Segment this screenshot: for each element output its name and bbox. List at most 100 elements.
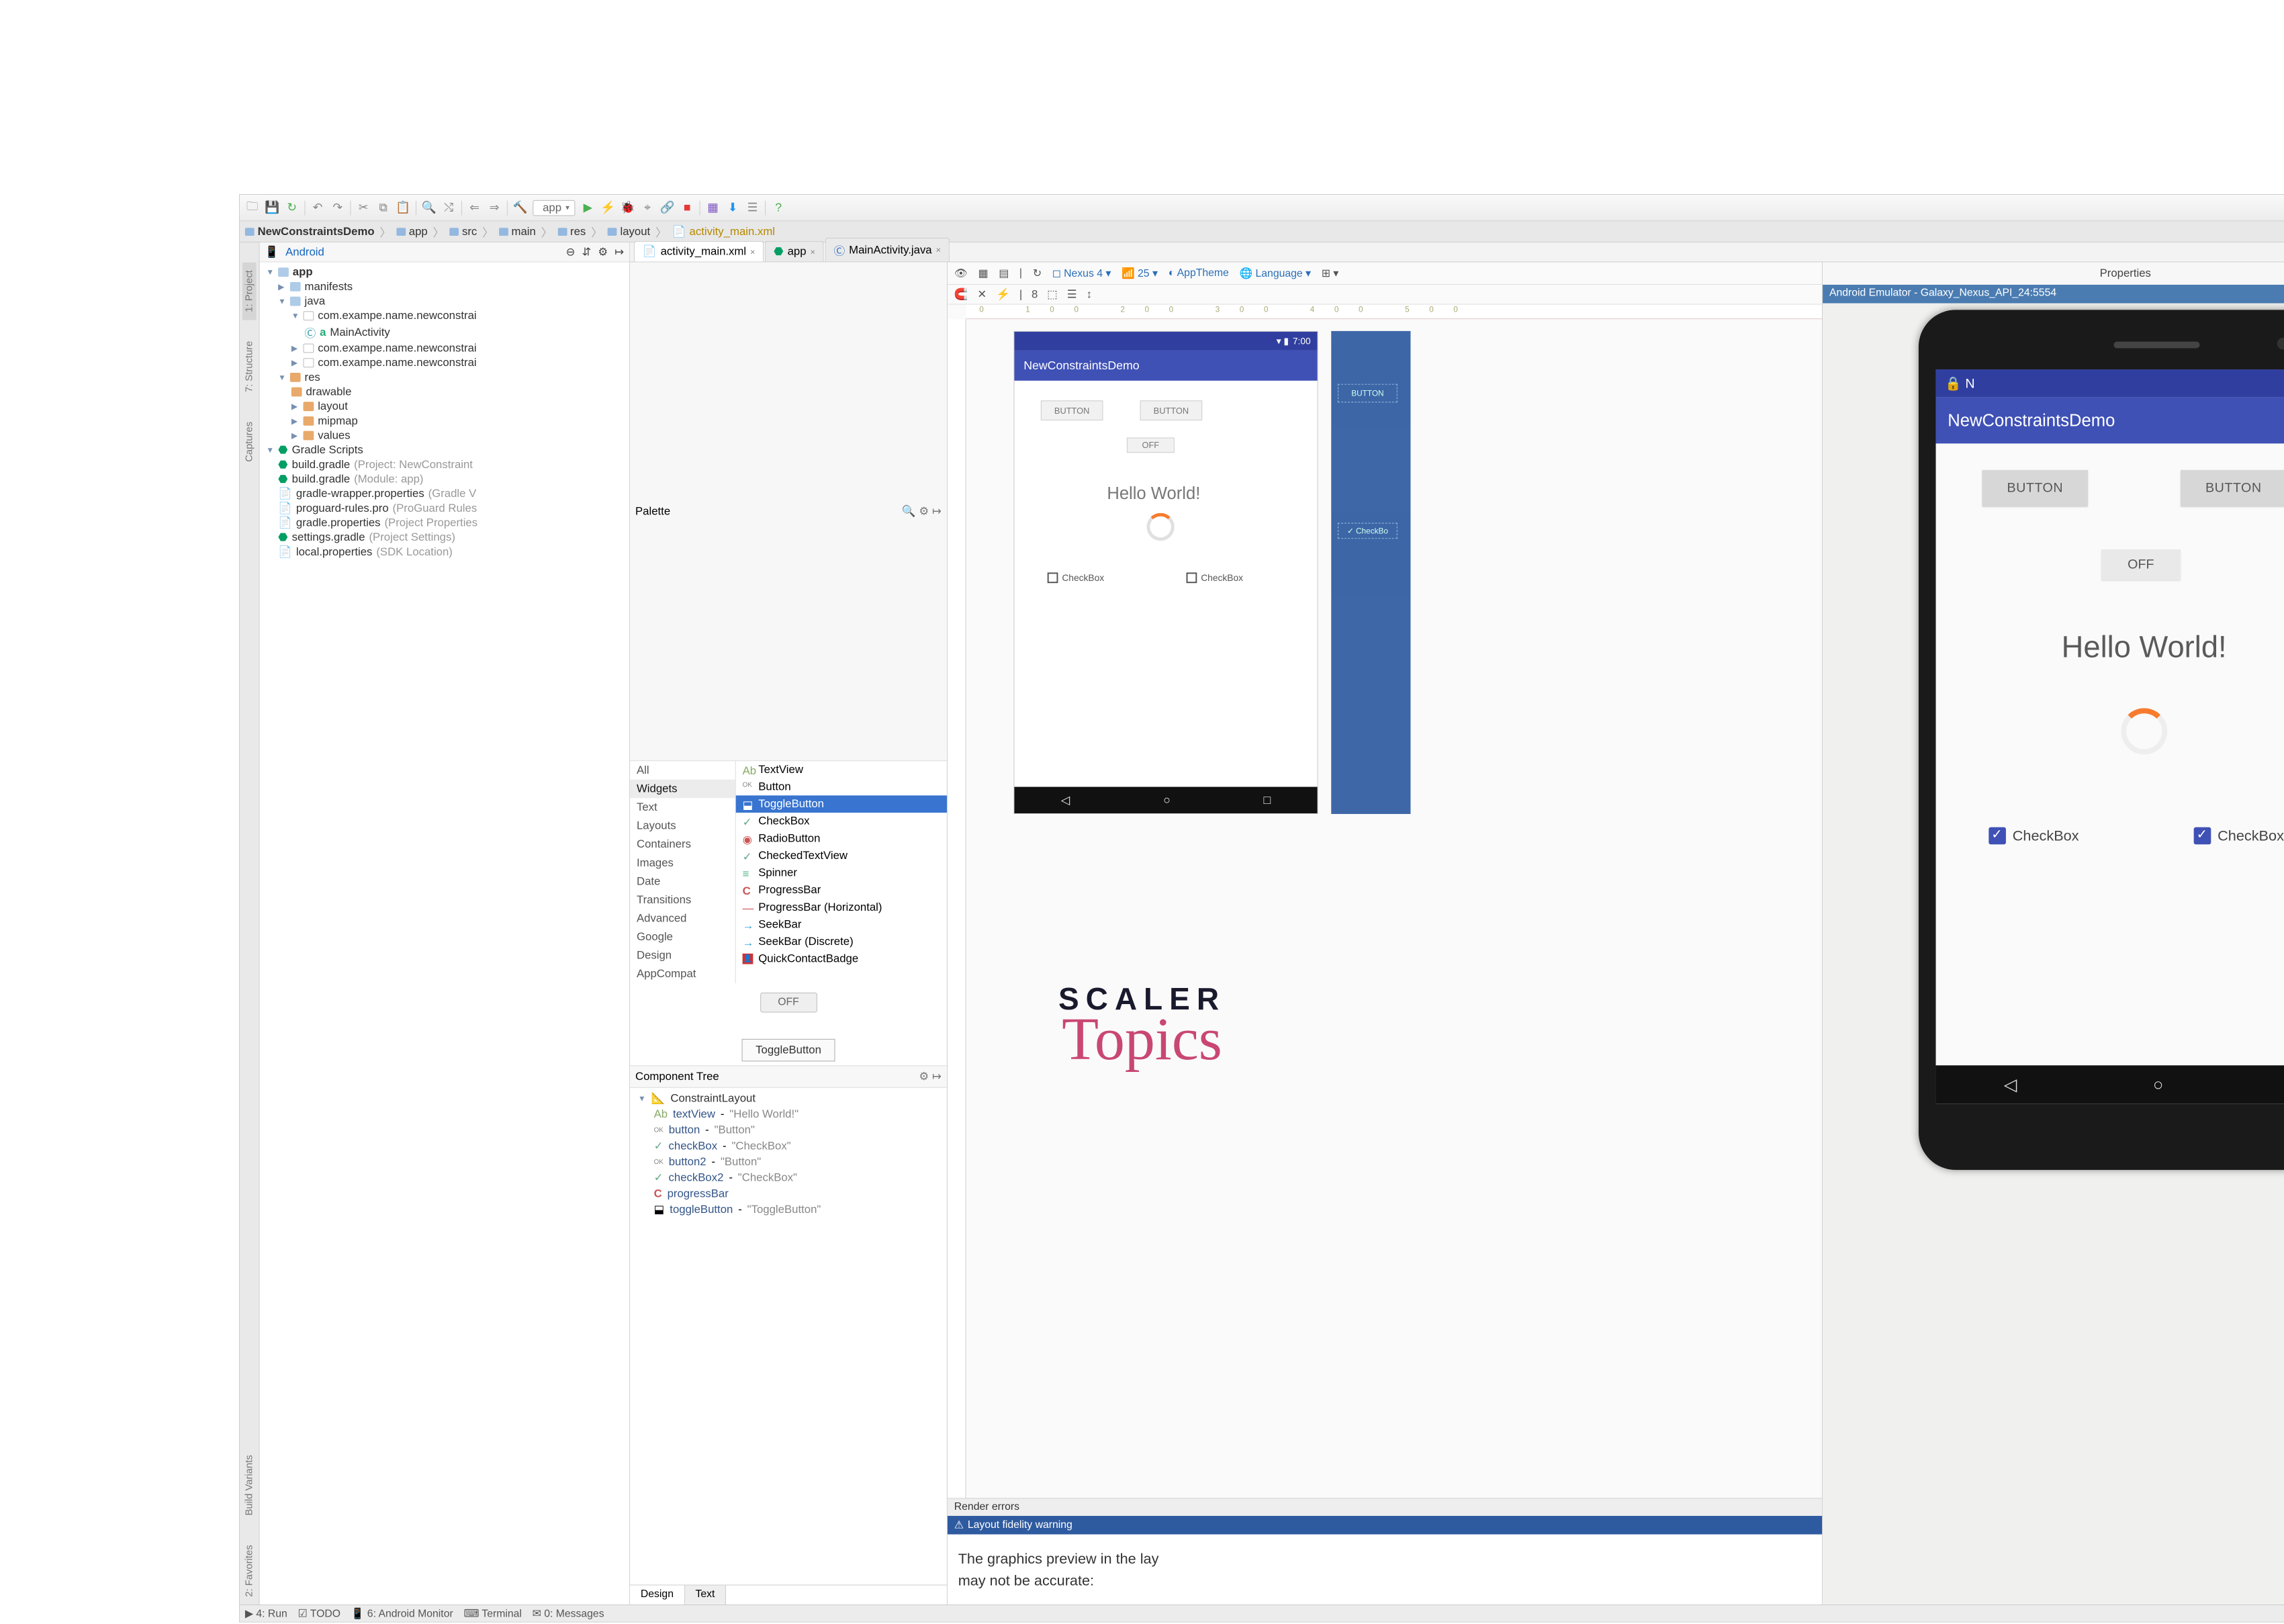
tree-gwp[interactable]: 📄gradle-wrapper.properties (Gradle V xyxy=(260,486,630,501)
find-icon[interactable]: 🔍 xyxy=(422,200,437,215)
palette-item[interactable]: ◉RadioButton xyxy=(736,830,947,848)
tree-manifests[interactable]: ▶manifests xyxy=(260,279,630,294)
render-errors-head[interactable]: Render errors xyxy=(948,1498,1822,1516)
palette-item[interactable]: CProgressBar xyxy=(736,881,947,899)
structure-icon[interactable]: ☰ xyxy=(745,200,760,215)
tab-messages[interactable]: ✉ 0: Messages xyxy=(533,1607,604,1620)
undo-icon[interactable]: ↶ xyxy=(310,200,325,215)
palette-group[interactable]: Design xyxy=(630,946,735,965)
tree-gp[interactable]: 📄gradle.properties (Project Properties xyxy=(260,516,630,531)
tree-java[interactable]: ▼java xyxy=(260,294,630,309)
emulator-device[interactable]: 🔒 N 📶 🔋 4:17 NewConstraintsDemo BUTTON B… xyxy=(1919,310,2284,1170)
tree-pg[interactable]: 📄proguard-rules.pro (ProGuard Rules xyxy=(260,501,630,516)
project-mode[interactable]: Android xyxy=(285,245,324,259)
tab-todo[interactable]: ☑ TODO xyxy=(298,1607,340,1620)
crumb-res[interactable]: res xyxy=(557,225,586,238)
redo-icon[interactable]: ↷ xyxy=(330,200,345,215)
blueprint-icon[interactable]: ▦ xyxy=(978,267,989,280)
attach-icon[interactable]: 🔗 xyxy=(660,200,675,215)
tab-mainactivity-java[interactable]: ⒸMainActivity.java× xyxy=(825,238,950,261)
replace-icon[interactable]: ⤭ xyxy=(441,200,456,215)
palette-group[interactable]: Layouts xyxy=(630,817,735,836)
preview-button1[interactable]: BUTTON xyxy=(1041,400,1103,420)
ctree-item[interactable]: Ab textView - "Hello World!" xyxy=(630,1106,947,1122)
tree-pkg3[interactable]: ▶com.exampe.name.newconstrai xyxy=(260,355,630,370)
palette-item[interactable]: 👤QuickContactBadge xyxy=(736,950,947,968)
avd-icon[interactable]: ▦ xyxy=(706,200,721,215)
preview-button2[interactable]: BUTTON xyxy=(1140,400,1203,420)
tab-run[interactable]: ▶ 4: Run xyxy=(245,1607,287,1620)
tree-bg1[interactable]: ⬣build.gradle (Project: NewConstraint xyxy=(260,457,630,472)
close-icon[interactable]: × xyxy=(810,246,815,257)
crumb-file[interactable]: 📄 activity_main.xml xyxy=(672,225,775,238)
ctree-item[interactable]: C progressBar xyxy=(630,1186,947,1202)
crumb-project[interactable]: NewConstraintsDemo xyxy=(245,225,375,238)
margin-icon[interactable]: 8 xyxy=(1032,287,1038,301)
emu-checkbox2[interactable]: CheckBox xyxy=(2194,827,2284,845)
back-icon[interactable]: ⇐ xyxy=(467,200,482,215)
tab-favorites[interactable]: 2: Favorites xyxy=(242,1537,257,1605)
palette-item[interactable]: ✓CheckedTextView xyxy=(736,847,947,864)
both-icon[interactable]: ▤ xyxy=(999,267,1009,280)
help-icon[interactable]: ? xyxy=(771,200,786,215)
preview-toggle[interactable]: OFF xyxy=(1127,437,1175,453)
palette-item[interactable]: ✓CheckBox xyxy=(736,813,947,830)
palette-item[interactable]: —ProgressBar (Horizontal) xyxy=(736,899,947,916)
tab-activity-main[interactable]: 📄activity_main.xml× xyxy=(634,241,764,262)
tree-lp[interactable]: 📄local.properties (SDK Location) xyxy=(260,545,630,559)
ctree-item[interactable]: OK button - "Button" xyxy=(630,1122,947,1138)
build-icon[interactable]: 🔨 xyxy=(513,200,528,215)
palette-item[interactable]: →SeekBar (Discrete) xyxy=(736,933,947,950)
run-icon[interactable]: ▶ xyxy=(581,200,596,215)
orientation-icon[interactable]: ↻ xyxy=(1033,267,1042,280)
api-combo[interactable]: 📶 25 ▾ xyxy=(1122,267,1158,280)
tab-captures[interactable]: Captures xyxy=(242,414,257,470)
emu-button2[interactable]: BUTTON xyxy=(2181,470,2284,506)
palette-item[interactable]: →SeekBar xyxy=(736,916,947,934)
forward-icon[interactable]: ⇒ xyxy=(487,200,502,215)
nav-back-icon[interactable]: ◁ xyxy=(2004,1075,2017,1095)
tree-pkg1[interactable]: ▼com.exampe.name.newconstrai xyxy=(260,308,630,323)
profile-icon[interactable]: ⌖ xyxy=(640,200,655,215)
palette-group[interactable]: Containers xyxy=(630,835,735,854)
preview-hello[interactable]: Hello World! xyxy=(1107,483,1200,504)
close-icon[interactable]: × xyxy=(936,245,941,255)
emulator-navbar[interactable]: ◁○□ xyxy=(1936,1065,2284,1103)
layout-preview[interactable]: ▾ ▮ 7:00 NewConstraintsDemo BUTTON BUTTO… xyxy=(1013,331,1318,814)
tab-project[interactable]: 1: Project xyxy=(242,262,257,320)
apply-changes-icon[interactable]: ⚡ xyxy=(600,200,615,215)
palette-group[interactable]: Google xyxy=(630,928,735,946)
preview-checkbox2[interactable]: CheckBox xyxy=(1187,572,1244,583)
eye-icon[interactable]: 👁 xyxy=(954,267,968,280)
palette-item[interactable]: ≡Spinner xyxy=(736,864,947,882)
guideline-icon[interactable]: ↕ xyxy=(1087,287,1092,301)
debug-icon[interactable]: 🐞 xyxy=(621,200,635,215)
tree-layout[interactable]: ▶layout xyxy=(260,399,630,414)
save-icon[interactable]: 💾 xyxy=(265,200,279,215)
palette-item[interactable]: AbTextView xyxy=(736,761,947,778)
palette-group[interactable]: Widgets xyxy=(630,780,735,799)
palette-group[interactable]: Images xyxy=(630,854,735,872)
tab-android-monitor[interactable]: 📱 6: Android Monitor xyxy=(351,1607,453,1620)
palette-group[interactable]: All xyxy=(630,761,735,780)
ctree-root[interactable]: ▼📐 ConstraintLayout xyxy=(630,1091,947,1107)
palette-group[interactable]: AppCompat xyxy=(630,965,735,984)
tree-scripts[interactable]: ▼⬣Gradle Scripts xyxy=(260,443,630,457)
preview-checkbox1[interactable]: CheckBox xyxy=(1048,572,1105,583)
nav-home-icon[interactable]: ○ xyxy=(2153,1075,2163,1095)
palette-group[interactable]: Transitions xyxy=(630,891,735,909)
palette-item[interactable]: OKButton xyxy=(736,778,947,796)
tab-build-variants[interactable]: Build Variants xyxy=(242,1447,257,1524)
copy-icon[interactable]: ⧉ xyxy=(376,200,391,215)
preview-progressbar[interactable] xyxy=(1146,513,1174,541)
tab-structure[interactable]: 7: Structure xyxy=(242,333,257,400)
theme-combo[interactable]: ◐ AppTheme xyxy=(1169,267,1229,279)
ctree-item[interactable]: ✓ checkBox - "CheckBox" xyxy=(630,1138,947,1155)
layout-fidelity-warning[interactable]: ⚠ Layout fidelity warning xyxy=(948,1516,1822,1535)
clear-constraints-icon[interactable]: ✕ xyxy=(977,287,987,301)
sdk-icon[interactable]: ⬇ xyxy=(725,200,740,215)
emu-checkbox1[interactable]: CheckBox xyxy=(1989,827,2079,845)
tree-pkg2[interactable]: ▶com.exampe.name.newconstrai xyxy=(260,341,630,356)
gear-icon[interactable]: ⚙ xyxy=(598,245,608,259)
crumb-layout[interactable]: layout xyxy=(608,225,650,238)
